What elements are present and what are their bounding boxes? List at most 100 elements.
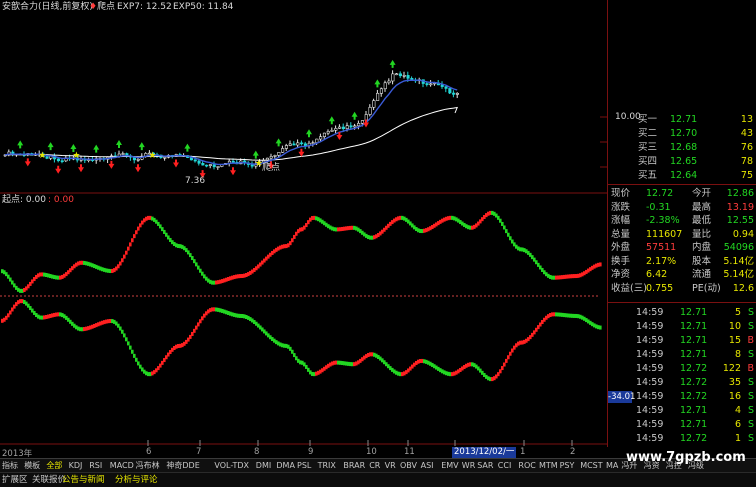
indicator-tab[interactable]: DMI bbox=[256, 459, 271, 473]
tick-direction: S bbox=[747, 349, 754, 360]
candle-body bbox=[60, 160, 64, 163]
candle-body bbox=[303, 143, 308, 146]
stat-value: 2.17% bbox=[646, 255, 677, 267]
buy-arrow-icon bbox=[328, 116, 335, 125]
indicator-tab[interactable]: VOL-TDX bbox=[214, 459, 249, 473]
indicator-tab[interactable]: MCST bbox=[580, 459, 602, 473]
quote-separator bbox=[608, 184, 756, 185]
candle-body bbox=[284, 145, 289, 149]
indicator-tab[interactable]: KDJ bbox=[69, 459, 83, 473]
tick-price: 12.72 bbox=[680, 363, 708, 374]
tick-time: 14:59 bbox=[636, 335, 664, 346]
tick-time: 14:59 bbox=[636, 321, 664, 332]
stat-value: 12.86 bbox=[726, 188, 754, 199]
candle-body bbox=[201, 162, 205, 166]
stat-value: 5.14亿 bbox=[723, 255, 754, 267]
sell-arrow-icon bbox=[78, 164, 84, 173]
candle-body bbox=[212, 164, 216, 168]
indicator-tab[interactable]: DMA bbox=[276, 459, 295, 473]
bid-volume: 78 bbox=[740, 156, 753, 167]
website-watermark: www.7gpzb.com bbox=[626, 450, 746, 465]
chart-canvas[interactable]: ★★★★80.0060.0040.0020.00-20.00-40.00-60.… bbox=[0, 0, 607, 447]
exp7-value: EXP7: 12.52 bbox=[117, 2, 172, 12]
star-icon: ★ bbox=[148, 151, 156, 161]
candle-body bbox=[231, 160, 235, 163]
stat-value: 12.55 bbox=[726, 215, 754, 226]
sell-arrow-icon bbox=[230, 167, 236, 176]
x-axis-tick: 10 bbox=[366, 447, 377, 457]
indicator-tab[interactable]: 冯布林 bbox=[136, 459, 160, 473]
tick-time: 14:59 bbox=[636, 391, 664, 402]
stat-label: 现价 bbox=[611, 188, 631, 199]
tick-direction: S bbox=[747, 405, 754, 416]
candle-body bbox=[311, 142, 315, 144]
indicator-tab[interactable]: TRIX bbox=[318, 459, 336, 473]
tick-price: 12.71 bbox=[680, 349, 708, 360]
candle-body bbox=[250, 164, 254, 167]
candle-body bbox=[292, 143, 296, 146]
candle-body bbox=[334, 128, 338, 131]
indicator-tab[interactable]: 全部 bbox=[46, 459, 62, 473]
buy-arrow-icon bbox=[93, 144, 100, 153]
indicator-tab[interactable]: PSL bbox=[297, 459, 311, 473]
osc-lower-segment bbox=[503, 362, 506, 367]
tick-price: 12.71 bbox=[680, 335, 708, 346]
trade-tick-row: 14:59 12.72 16 S bbox=[608, 390, 756, 403]
tick-price: 12.71 bbox=[680, 419, 708, 430]
indicator-tab[interactable]: 神奇DDE bbox=[166, 459, 199, 473]
indicator-tab[interactable]: WR bbox=[462, 459, 475, 473]
quote-separator bbox=[608, 302, 756, 303]
bottom-bar-item[interactable]: 关联报价 bbox=[32, 474, 66, 487]
candle-body bbox=[273, 155, 277, 157]
candle-body bbox=[349, 125, 353, 128]
trade-tick-row: 14:59 12.72 35 S bbox=[608, 376, 756, 389]
pts-label: 爬点 bbox=[97, 2, 116, 12]
bid-row: 买一 12.71 13 bbox=[608, 113, 756, 126]
indicator-tab[interactable]: VR bbox=[385, 459, 396, 473]
x-axis-tick: 11 bbox=[404, 447, 415, 457]
bid-price: 12.64 bbox=[670, 170, 698, 181]
indicator-tab[interactable]: PSY bbox=[560, 459, 575, 473]
chart-area[interactable]: ★★★★80.0060.0040.0020.00-20.00-40.00-60.… bbox=[0, 0, 607, 447]
indicator-tab[interactable]: RSI bbox=[89, 459, 102, 473]
tick-direction: S bbox=[747, 377, 754, 388]
bottom-bar-item[interactable]: 扩展区 bbox=[2, 474, 28, 487]
tick-direction: B bbox=[747, 363, 754, 374]
buy-arrow-icon bbox=[374, 79, 381, 88]
indicator-tab[interactable]: SAR bbox=[477, 459, 493, 473]
indicator-tab[interactable]: EMV bbox=[441, 459, 458, 473]
tick-time: 14:59 bbox=[636, 419, 664, 430]
indicator-tab[interactable]: 模板 bbox=[24, 459, 40, 473]
bottom-bar-item[interactable]: 分析与评论 bbox=[115, 474, 158, 487]
indicator-tab[interactable]: MA bbox=[606, 459, 618, 473]
candle-body bbox=[269, 156, 273, 159]
indicator-tab[interactable]: MTM bbox=[539, 459, 558, 473]
trade-tick-row: 14:59 12.71 5 S bbox=[608, 306, 756, 319]
indicator-tab[interactable]: 指标 bbox=[2, 459, 18, 473]
indicator-tab[interactable]: CR bbox=[369, 459, 380, 473]
stat-value: 13.19 bbox=[726, 201, 754, 213]
bottom-bar-item[interactable]: 公告与新闻 bbox=[62, 474, 105, 487]
indicator-tab[interactable]: BRAR bbox=[343, 459, 365, 473]
osc-upper-segment bbox=[131, 238, 134, 243]
tick-direction: S bbox=[747, 307, 754, 318]
indicator-tab[interactable]: MACD bbox=[110, 459, 134, 473]
candle-body bbox=[288, 143, 292, 146]
trade-tick-row: 14:59 12.71 6 S bbox=[608, 418, 756, 431]
buy-arrow-icon bbox=[306, 129, 312, 138]
tick-volume: 6 bbox=[734, 419, 741, 430]
buy-arrow-icon bbox=[351, 111, 358, 120]
stat-value: 111607 bbox=[646, 228, 683, 240]
stat-label: 换手 bbox=[611, 255, 631, 267]
stat-row: 换手 2.17% 股本 5.14亿 bbox=[608, 255, 756, 268]
trade-tick-row: 14:59 12.71 8 S bbox=[608, 348, 756, 361]
candle-body bbox=[391, 73, 395, 82]
indicator-tab[interactable]: ROC bbox=[518, 459, 535, 473]
indicator-tab[interactable]: CCI bbox=[498, 459, 512, 473]
sell-arrow-icon bbox=[55, 165, 62, 174]
tick-price: 12.71 bbox=[680, 321, 708, 332]
bottom-bar: 扩展区 关联报价 公告与新闻 分析与评论 bbox=[0, 472, 756, 487]
indicator-tab[interactable]: ASI bbox=[421, 459, 434, 473]
stat-row: 净资 6.42 流通 5.14亿 bbox=[608, 268, 756, 281]
indicator-tab[interactable]: OBV bbox=[400, 459, 417, 473]
